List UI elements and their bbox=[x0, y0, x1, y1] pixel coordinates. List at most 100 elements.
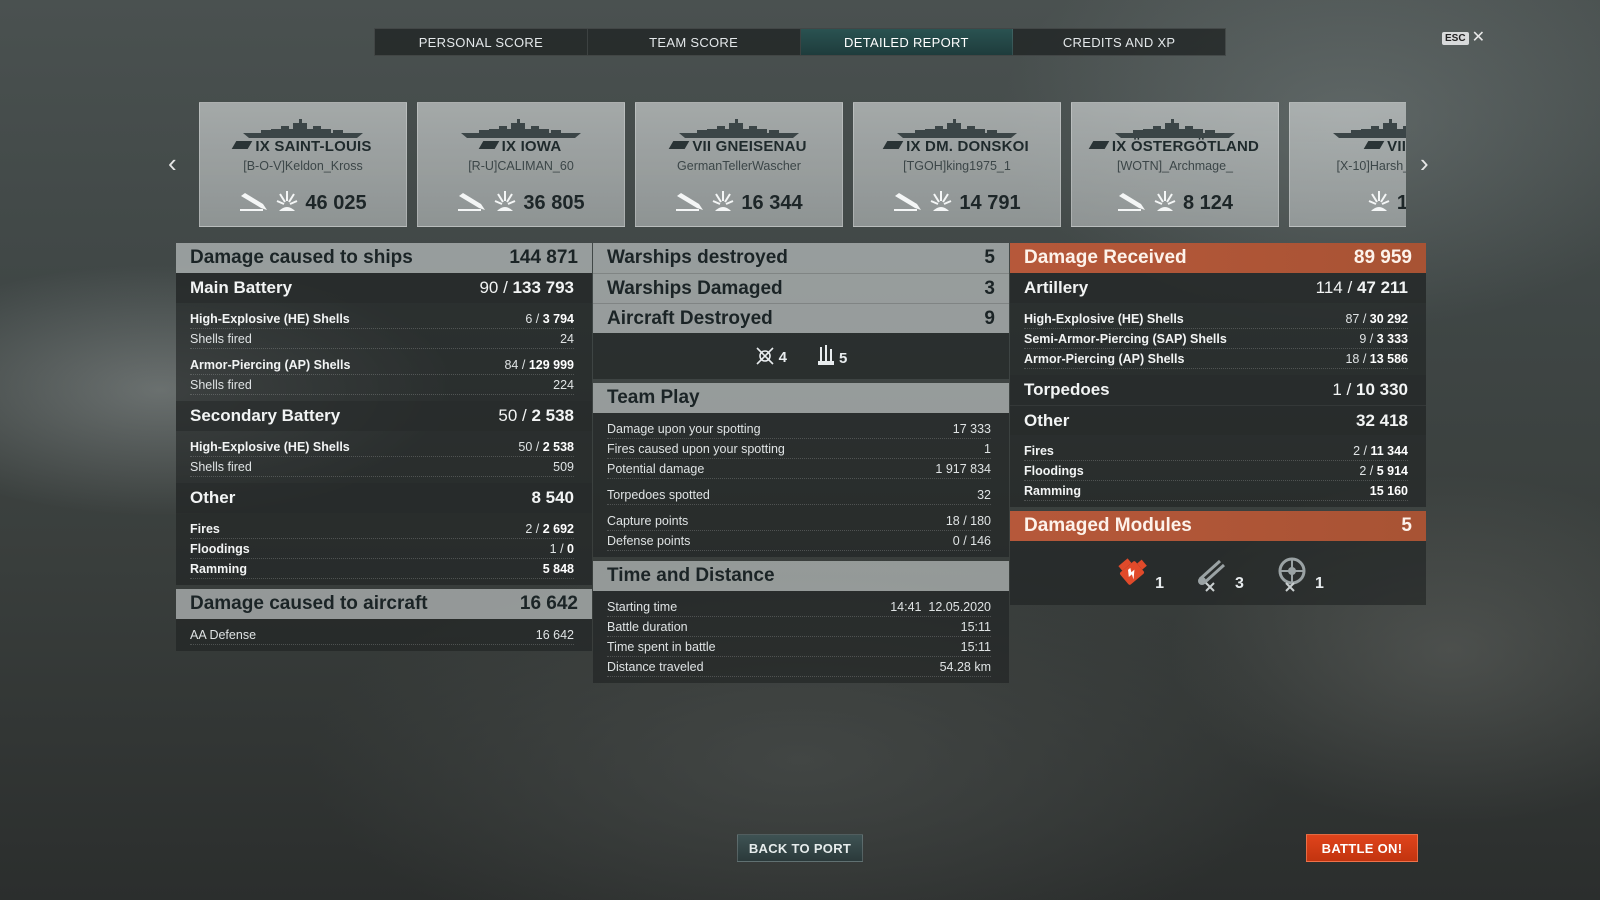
tab-detailed-report[interactable]: DETAILED REPORT bbox=[800, 29, 1014, 55]
artillery-row: Artillery 114 / 47 211 bbox=[1010, 273, 1426, 303]
tab-personal-score[interactable]: PERSONAL SCORE bbox=[375, 29, 588, 55]
stat-row: Battle duration 15:11 bbox=[607, 617, 991, 637]
back-to-port-button[interactable]: BACK TO PORT bbox=[737, 834, 863, 862]
stat-row: Floodings 1 / 0 bbox=[190, 539, 574, 559]
ship-damage-value: 14 791 bbox=[959, 192, 1021, 214]
aircraft-details: AA Defense 16 642 bbox=[176, 619, 592, 651]
team-play-details: Damage upon your spotting 17 333 Fires ca… bbox=[593, 413, 1009, 557]
ship-class-icon bbox=[1363, 141, 1385, 149]
ship-name: VII GNEISENAU bbox=[636, 138, 842, 155]
stat-row: High-Explosive (HE) Shells 87 / 30 292 bbox=[1024, 309, 1408, 329]
stat-row: Fires caused upon your spotting 1 bbox=[607, 439, 991, 459]
header-label: Warships Damaged bbox=[607, 277, 783, 299]
ship-stats: 36 805 bbox=[418, 189, 624, 218]
ship-damage-value: 8 124 bbox=[1182, 192, 1234, 214]
aircraft-destroyed-breakdown: 4 5 bbox=[593, 333, 1009, 379]
warships-destroyed-header: Warships destroyed 5 bbox=[593, 243, 1009, 273]
artillery-details: High-Explosive (HE) Shells 87 / 30 292 Se… bbox=[1010, 303, 1426, 375]
warships-damaged-header: Warships Damaged 3 bbox=[593, 273, 1009, 303]
count: 1 bbox=[1314, 575, 1324, 592]
header-label: Warships destroyed bbox=[607, 247, 788, 268]
stat-row: Shells fired 24 bbox=[190, 329, 574, 349]
sub-label: Main Battery bbox=[190, 278, 293, 297]
ship-name: IX ÖSTERGÖTLAND bbox=[1072, 138, 1278, 155]
next-ship-arrow-icon[interactable]: › bbox=[1420, 150, 1429, 176]
ship-stats: 16 344 bbox=[636, 189, 842, 218]
sub-label: Other bbox=[1024, 410, 1070, 430]
stat-row: Defense points 0 / 146 bbox=[607, 531, 991, 551]
count: 3 bbox=[1235, 575, 1244, 592]
sub-value: 50 / 2 538 bbox=[498, 406, 574, 425]
engine-module-icon bbox=[1118, 558, 1147, 585]
other-details: Fires 2 / 11 344 Floodings 2 / 5 914 Rammi… bbox=[1010, 435, 1426, 507]
stat-row: Starting time 14:41 12.05.2020 bbox=[607, 597, 991, 617]
damage-caused-to-ships-header: Damage caused to ships 144 871 bbox=[176, 243, 592, 273]
aircraft-destroyed-header: Aircraft Destroyed 9 bbox=[593, 303, 1009, 333]
ship-card[interactable]: IX SAINT-LOUIS [B-O-V]Keldon_Kross 46 025 bbox=[199, 102, 407, 227]
torpedo-icon bbox=[1117, 190, 1147, 217]
player-name: [WOTN]_Archmage_ bbox=[1116, 159, 1233, 173]
sub-value: 114 / 47 211 bbox=[1315, 278, 1408, 297]
stat-row: Capture points 18 / 180 bbox=[607, 511, 991, 531]
ship-card[interactable]: IX DM. DONSKOI [TGOH]king1975_1 14 791 bbox=[853, 102, 1061, 227]
team-play-header: Team Play bbox=[593, 383, 1009, 413]
stat-row: Shells fired 509 bbox=[190, 457, 574, 477]
sub-label: Torpedoes bbox=[1024, 380, 1110, 399]
header-value: 89 959 bbox=[1353, 247, 1412, 268]
stat-row: Armor-Piercing (AP) Shells 18 / 13 586 bbox=[1024, 349, 1408, 369]
ship-name: IX SAINT-LOUIS bbox=[200, 138, 406, 155]
header-value: 9 bbox=[984, 307, 995, 329]
header-value: 3 bbox=[984, 277, 995, 299]
torpedo-icon bbox=[675, 190, 705, 217]
count: 5 bbox=[839, 350, 848, 367]
crosshair-plane-icon bbox=[756, 347, 774, 365]
secondary-battery-details: High-Explosive (HE) Shells 50 / 2 538 She… bbox=[176, 431, 592, 483]
main-battery-details: High-Explosive (HE) Shells 6 / 3 794 Shel… bbox=[176, 303, 592, 401]
stat-row: Ramming 5 848 bbox=[190, 559, 574, 579]
ship-card[interactable]: VII GNEISENAU GermanTellerWascher 16 344 bbox=[635, 102, 843, 227]
other-details: Fires 2 / 2 692 Floodings 1 / 0 Ramming 5 8… bbox=[176, 513, 592, 585]
stat-row: Fires 2 / 2 692 bbox=[190, 519, 574, 539]
header-label: Team Play bbox=[607, 387, 700, 408]
ship-damage-value: 15 bbox=[1396, 192, 1406, 214]
damage-burst-icon bbox=[711, 189, 735, 218]
ship-card[interactable]: IX ÖSTERGÖTLAND [WOTN]_Archmage_ 8 124 bbox=[1071, 102, 1279, 227]
tab-credits-and-xp[interactable]: CREDITS AND XP bbox=[1013, 29, 1225, 55]
damage-caused-to-aircraft-header: Damage caused to aircraft 16 642 bbox=[176, 589, 592, 619]
ship-name: IX DM. DONSKOI bbox=[854, 138, 1060, 155]
header-label: Damage caused to ships bbox=[190, 247, 413, 268]
header-value: 16 642 bbox=[519, 593, 578, 614]
stat-row: Time spent in battle 15:11 bbox=[607, 637, 991, 657]
damage-burst-icon bbox=[1153, 189, 1177, 218]
damage-caused-panel: Damage caused to ships 144 871 Main Batt… bbox=[176, 243, 592, 651]
prev-ship-arrow-icon[interactable]: ‹ bbox=[168, 150, 177, 176]
count: 4 bbox=[778, 349, 787, 366]
header-value: 5 bbox=[1401, 515, 1412, 536]
header-label: Damage caused to aircraft bbox=[190, 593, 428, 614]
other-row: Other 8 540 bbox=[176, 483, 592, 513]
damage-received-header: Damage Received 89 959 bbox=[1010, 243, 1426, 273]
ship-damage-value: 46 025 bbox=[305, 192, 367, 214]
tab-team-score[interactable]: TEAM SCORE bbox=[588, 29, 801, 55]
battle-on-button[interactable]: BATTLE ON! bbox=[1306, 834, 1418, 862]
engine-module-stat: 1 bbox=[1112, 553, 1164, 593]
ship-class-icon bbox=[882, 141, 904, 149]
ship-stats: 46 025 bbox=[200, 189, 406, 218]
player-name: [X-10]Harsh_Vardha bbox=[1336, 159, 1406, 173]
player-name: GermanTellerWascher bbox=[677, 159, 801, 173]
ship-card[interactable]: VII Z [X-10]Harsh_Vardha 15 bbox=[1289, 102, 1406, 227]
aa-shot-down-stat: 5 bbox=[817, 345, 847, 367]
ship-card[interactable]: IX IOWA [R-U]CALIMAN_60 36 805 bbox=[417, 102, 625, 227]
torpedo-icon bbox=[239, 190, 269, 217]
ship-class-icon bbox=[1088, 141, 1110, 149]
header-value: 5 bbox=[984, 247, 995, 268]
ship-name: VII Z bbox=[1290, 138, 1406, 155]
damage-burst-icon bbox=[1367, 189, 1391, 218]
damage-burst-icon bbox=[493, 189, 517, 218]
other-row: Other 32 418 bbox=[1010, 405, 1426, 435]
time-and-distance-details: Starting time 14:41 12.05.2020 Battle dur… bbox=[593, 591, 1009, 683]
stat-row: Ramming 15 160 bbox=[1024, 481, 1408, 501]
sub-value: 32 418 bbox=[1356, 410, 1408, 430]
close-button[interactable]: ESC ✕ bbox=[1442, 30, 1485, 46]
report-tabs: PERSONAL SCORE TEAM SCORE DETAILED REPOR… bbox=[374, 28, 1226, 56]
